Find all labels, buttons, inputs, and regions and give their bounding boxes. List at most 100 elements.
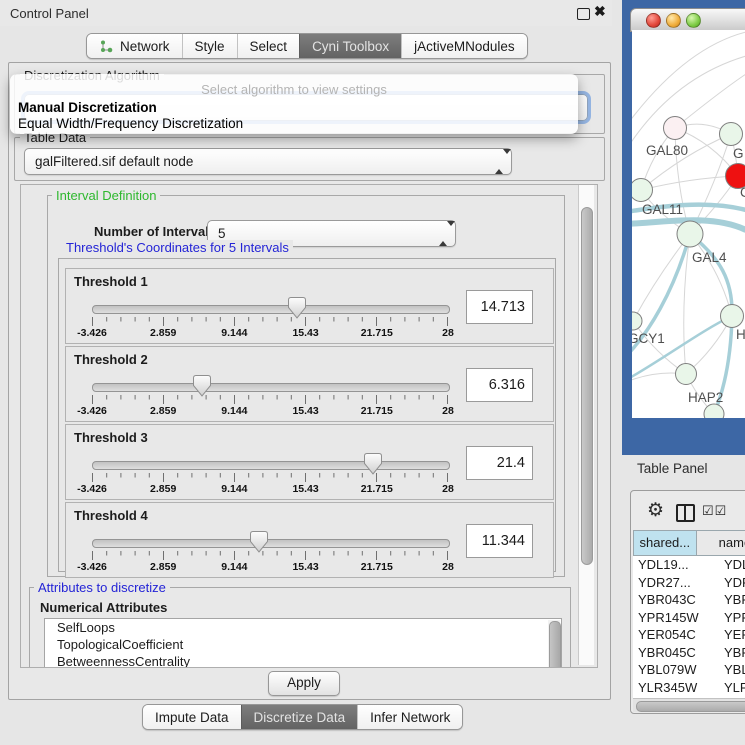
tab-select[interactable]: Select (237, 34, 300, 58)
float-window-icon[interactable] (577, 8, 590, 20)
menu-item-manual-discretization[interactable]: Manual Discretization (14, 100, 578, 115)
table-header-row: shared... name (633, 530, 745, 556)
zoom-traffic-light[interactable] (686, 13, 701, 28)
attribute-list-item[interactable]: BetweennessCentrality (45, 653, 561, 668)
threshold-title: Threshold 4 (74, 508, 148, 523)
table-row[interactable]: YPR145WYPR1... (633, 609, 745, 627)
cell-shared-name[interactable]: YDR27... (633, 574, 724, 592)
list-scrollbar[interactable] (548, 620, 560, 668)
network-edge[interactable] (675, 74, 745, 128)
table-data-combo[interactable]: galFiltered.sif default node (24, 148, 512, 175)
network-graph[interactable]: GAL80GCGAL11GAL4HGCY1HAP2 (632, 30, 745, 418)
attribute-list-item[interactable]: TopologicalCoefficient (45, 636, 561, 653)
column-header-shared-name[interactable]: shared... (633, 530, 697, 556)
table-hscrollbar-thumb[interactable] (636, 701, 745, 712)
slider-ticks (92, 551, 448, 561)
select-columns-checkbox-icons[interactable]: ☑☑ (702, 503, 727, 519)
table-row[interactable]: YDR27...YDR2... (633, 574, 745, 592)
table-row[interactable]: YBR043CYBR0... (633, 591, 745, 609)
tab-cyni-toolbox[interactable]: Cyni Toolbox (299, 34, 401, 58)
threshold-value-field[interactable]: 14.713 (466, 290, 533, 324)
table-row[interactable]: YBR045CYBR0... (633, 644, 745, 662)
cell-shared-name[interactable]: YLR345W (633, 679, 724, 697)
threshold-slider-track[interactable] (92, 539, 450, 548)
tick-label: 21.715 (347, 561, 407, 573)
tick-label: -3.426 (62, 405, 122, 417)
tab-style[interactable]: Style (182, 34, 237, 58)
network-node-GAL80[interactable] (664, 117, 687, 140)
network-node-GAL4[interactable] (677, 221, 703, 247)
table-hscrollbar[interactable] (633, 698, 745, 712)
cell-name[interactable]: YBR0... (724, 644, 745, 662)
apply-button[interactable]: Apply (268, 671, 340, 696)
slider-ticks (92, 317, 448, 327)
threshold-value-field[interactable]: 11.344 (466, 524, 533, 558)
network-window-titlebar[interactable] (630, 8, 745, 32)
menu-item-equal-width-frequency[interactable]: Equal Width/Frequency Discretization (14, 116, 578, 131)
control-panel-titlebar: Control Panel ✖ (0, 0, 612, 26)
table-row[interactable]: YDL19...YDL1... (633, 556, 745, 574)
cell-name[interactable]: YBL0... (724, 661, 745, 679)
thresholds-group: Threshold 1-3.4262.8599.14415.4321.71528… (58, 258, 556, 572)
threshold-title: Threshold 1 (74, 274, 148, 289)
close-traffic-light[interactable] (646, 13, 661, 28)
attribute-list-item[interactable]: SelfLoops (45, 619, 561, 636)
cell-name[interactable]: YLR3... (724, 679, 745, 697)
cell-shared-name[interactable]: YER054C (633, 626, 724, 644)
minimize-traffic-light[interactable] (666, 13, 681, 28)
network-canvas[interactable]: GAL80GCGAL11GAL4HGCY1HAP2 (632, 30, 745, 418)
threshold-slider-track[interactable] (92, 305, 450, 314)
cell-name[interactable]: YBR0... (724, 591, 745, 609)
numerical-attributes-list[interactable]: SelfLoopsTopologicalCoefficientBetweenne… (44, 618, 562, 668)
list-scrollbar-thumb[interactable] (549, 621, 561, 668)
cell-shared-name[interactable]: YBR045C (633, 644, 724, 662)
tab-discretize-data[interactable]: Discretize Data (241, 705, 358, 729)
table-row[interactable]: YER054CYER0... (633, 626, 745, 644)
column-header-name[interactable]: name (697, 530, 745, 556)
number-of-intervals-value: 5 (218, 226, 226, 241)
tab-jactivemnodules[interactable]: jActiveMNodules (401, 34, 527, 58)
network-node-GCY1[interactable] (632, 312, 642, 330)
gear-icon[interactable]: ⚙ (647, 499, 664, 522)
close-icon[interactable]: ✖ (594, 3, 606, 20)
tab-impute-data[interactable]: Impute Data (143, 705, 241, 729)
threshold-slider-track[interactable] (92, 383, 450, 392)
network-node-G[interactable] (720, 123, 743, 146)
table-row[interactable]: YLR345WYLR3... (633, 679, 745, 697)
cell-shared-name[interactable]: YPR145W (633, 609, 724, 627)
tab-network-label: Network (120, 39, 170, 54)
pane-scrollbar[interactable] (578, 185, 594, 665)
threshold-value-field[interactable]: 6.316 (466, 368, 533, 402)
tick-label: 2.859 (133, 483, 193, 495)
attributes-group-label: Attributes to discretize (34, 580, 170, 595)
cell-name[interactable]: YDR2... (724, 574, 745, 592)
network-edge[interactable] (632, 32, 745, 126)
network-node-GAL11[interactable] (632, 179, 653, 202)
split-columns-icon[interactable] (676, 504, 695, 522)
tab-infer-network[interactable]: Infer Network (357, 705, 462, 729)
tab-network[interactable]: Network (87, 34, 182, 58)
panel-title: Control Panel (10, 6, 89, 21)
cell-shared-name[interactable]: YDL19... (633, 556, 724, 574)
cell-shared-name[interactable]: YBL079W (633, 661, 724, 679)
cell-name[interactable]: YPR1... (724, 609, 745, 627)
table-rows: YDL19...YDL1...YDR27...YDR2...YBR043CYBR… (633, 556, 745, 698)
network-node-HAP2[interactable] (676, 364, 697, 385)
network-node-label: GAL80 (646, 143, 688, 158)
threshold-slider-track[interactable] (92, 461, 450, 470)
pane-scrollbar-thumb[interactable] (581, 207, 593, 565)
cell-name[interactable]: YDL1... (724, 556, 745, 574)
stepper-arrows-icon (439, 226, 448, 241)
tick-label: 9.144 (204, 327, 264, 339)
network-node-label: GAL11 (642, 202, 683, 217)
table-row[interactable]: YBL079WYBL0... (633, 661, 745, 679)
threshold-value-field[interactable]: 21.4 (466, 446, 533, 480)
network-node-H[interactable] (721, 305, 744, 328)
tick-label: 2.859 (133, 561, 193, 573)
settings-scroll-pane: Number of Intervals 5 Threshold 1-3.4262… (20, 184, 598, 668)
threshold-panel-3: Threshold 3-3.4262.8599.14415.4321.71528… (65, 424, 554, 500)
interval-definition-label: Interval Definition (52, 188, 160, 203)
cell-shared-name[interactable]: YBR043C (633, 591, 724, 609)
cell-name[interactable]: YER0... (724, 626, 745, 644)
tick-label: -3.426 (62, 483, 122, 495)
